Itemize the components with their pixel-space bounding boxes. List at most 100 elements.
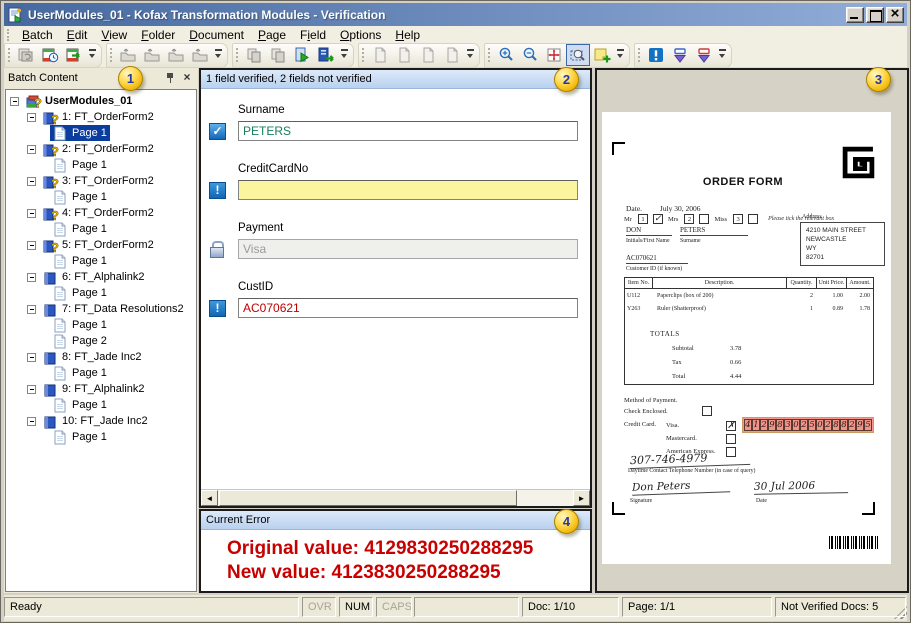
close-button[interactable] [886,7,904,23]
minimize-button[interactable] [846,7,864,23]
tree-document-item[interactable]: 8: FT_Jade Inc2 [6,349,196,365]
toolbar-grip[interactable] [488,48,491,62]
close-icon[interactable]: × [180,71,194,85]
tree-expander[interactable] [27,385,36,394]
next-unverified-document-icon[interactable] [314,44,338,66]
next-document-icon[interactable] [266,44,290,66]
tree-expander[interactable] [27,353,36,362]
toolbar-grip[interactable] [8,48,11,62]
toolbar-grip[interactable] [236,48,239,62]
reject-document-icon[interactable] [692,44,716,66]
tree-document-item[interactable]: 6: FT_Alphalink2 [6,269,196,285]
pin-icon[interactable] [163,71,177,85]
next-folder-icon[interactable] [164,44,188,66]
last-page-icon[interactable] [440,44,464,66]
tree-item-label: 1: FT_OrderForm2 [62,111,154,123]
field-input-payment[interactable] [238,239,578,259]
menu-document[interactable]: Document [182,27,251,43]
last-folder-icon[interactable] [188,44,212,66]
tree-document-item[interactable]: ?3: FT_OrderForm2 [6,173,196,189]
tree-page-item[interactable]: Page 1 [6,125,196,141]
scroll-right-button[interactable]: ► [573,490,590,506]
zoom-out-icon[interactable] [518,44,542,66]
items-table-cell: Y263 [625,306,653,312]
toolbar-grip[interactable] [362,48,365,62]
field-input-creditcardno[interactable] [238,180,578,200]
scroll-thumb[interactable] [219,490,517,506]
force-invalid-icon[interactable] [644,44,668,66]
tree-expander[interactable] [27,417,36,426]
tree-document-item[interactable]: ?5: FT_OrderForm2 [6,237,196,253]
tree-page-item[interactable]: Page 1 [6,397,196,413]
scroll-track[interactable] [218,490,573,506]
close-batch-icon[interactable] [62,44,86,66]
toolbar-overflow-button[interactable] [717,44,729,66]
first-folder-icon[interactable] [116,44,140,66]
toolbar-overflow-button[interactable] [213,44,225,66]
page-icon [53,318,69,333]
tree-expander[interactable] [10,97,19,106]
tree-expander[interactable] [27,209,36,218]
tree-page-item[interactable]: Page 2 [6,333,196,349]
toolbar-overflow-button[interactable] [87,44,99,66]
tree-document-item[interactable]: ?4: FT_OrderForm2 [6,205,196,221]
tree-expander[interactable] [27,177,36,186]
next-invalid-field-icon[interactable] [668,44,692,66]
field-input-surname[interactable] [238,121,578,141]
menubar-grip[interactable] [7,29,10,41]
tree-page-item[interactable]: Page 1 [6,317,196,333]
tree-page-item[interactable]: Page 1 [6,429,196,445]
tree-document-item[interactable]: ?1: FT_OrderForm2 [6,109,196,125]
tree-document-item[interactable]: ?2: FT_OrderForm2 [6,141,196,157]
accept-document-icon[interactable] [290,44,314,66]
menu-batch[interactable]: Batch [15,27,60,43]
document-image[interactable]: ORDER FORM Date. July 30, 2006 Mr1✓Mrs2M… [602,112,891,564]
fit-page-icon[interactable] [542,44,566,66]
field-row: ✓ [209,121,578,141]
menu-view[interactable]: View [94,27,134,43]
tree-document-item[interactable]: 10: FT_Jade Inc2 [6,413,196,429]
card-digit-box: 0 [816,419,824,431]
toolbar-overflow-button[interactable] [339,44,351,66]
field-input-custid[interactable] [238,298,578,318]
next-page-icon[interactable] [416,44,440,66]
previous-folder-icon[interactable] [140,44,164,66]
tree-expander[interactable] [27,113,36,122]
first-page-icon[interactable] [368,44,392,66]
menu-field[interactable]: Field [293,27,333,43]
tree-expander[interactable] [27,273,36,282]
tree-document-item[interactable]: 7: FT_Data Resolutions2 [6,301,196,317]
tree-batch-item[interactable]: ?UserModules_01 [6,93,196,109]
tree-expander[interactable] [27,305,36,314]
previous-document-icon[interactable] [242,44,266,66]
menu-page[interactable]: Page [251,27,293,43]
menu-folder[interactable]: Folder [134,27,182,43]
tree-page-item[interactable]: Page 1 [6,365,196,381]
suspend-batch-icon[interactable] [38,44,62,66]
toolbar-grip[interactable] [110,48,113,62]
tree-page-item[interactable]: Page 1 [6,221,196,237]
tree-expander[interactable] [27,241,36,250]
tree-document-item[interactable]: 9: FT_Alphalink2 [6,381,196,397]
tree-page-item[interactable]: Page 1 [6,189,196,205]
toolbar-overflow-button[interactable] [465,44,477,66]
window-titlebar[interactable]: UserModules_01 - Kofax Transformation Mo… [4,3,907,26]
zoom-in-icon[interactable] [494,44,518,66]
scroll-left-button[interactable]: ◄ [201,490,218,506]
tree-page-item[interactable]: Page 1 [6,157,196,173]
previous-page-icon[interactable] [392,44,416,66]
tree-page-item[interactable]: Page 1 [6,253,196,269]
menu-edit[interactable]: Edit [60,27,95,43]
menu-options[interactable]: Options [333,27,388,43]
crop-mark [612,142,625,155]
tree-page-item[interactable]: Page 1 [6,285,196,301]
add-note-icon[interactable] [590,44,614,66]
maximize-button[interactable] [866,7,884,23]
toolbar-grip[interactable] [638,48,641,62]
tree-expander[interactable] [27,145,36,154]
toolbar-overflow-button[interactable] [615,44,627,66]
check-enclosed-box [702,406,712,416]
zoom-selection-icon[interactable] [566,44,590,66]
open-batch-icon[interactable] [14,44,38,66]
menu-help[interactable]: Help [388,27,427,43]
